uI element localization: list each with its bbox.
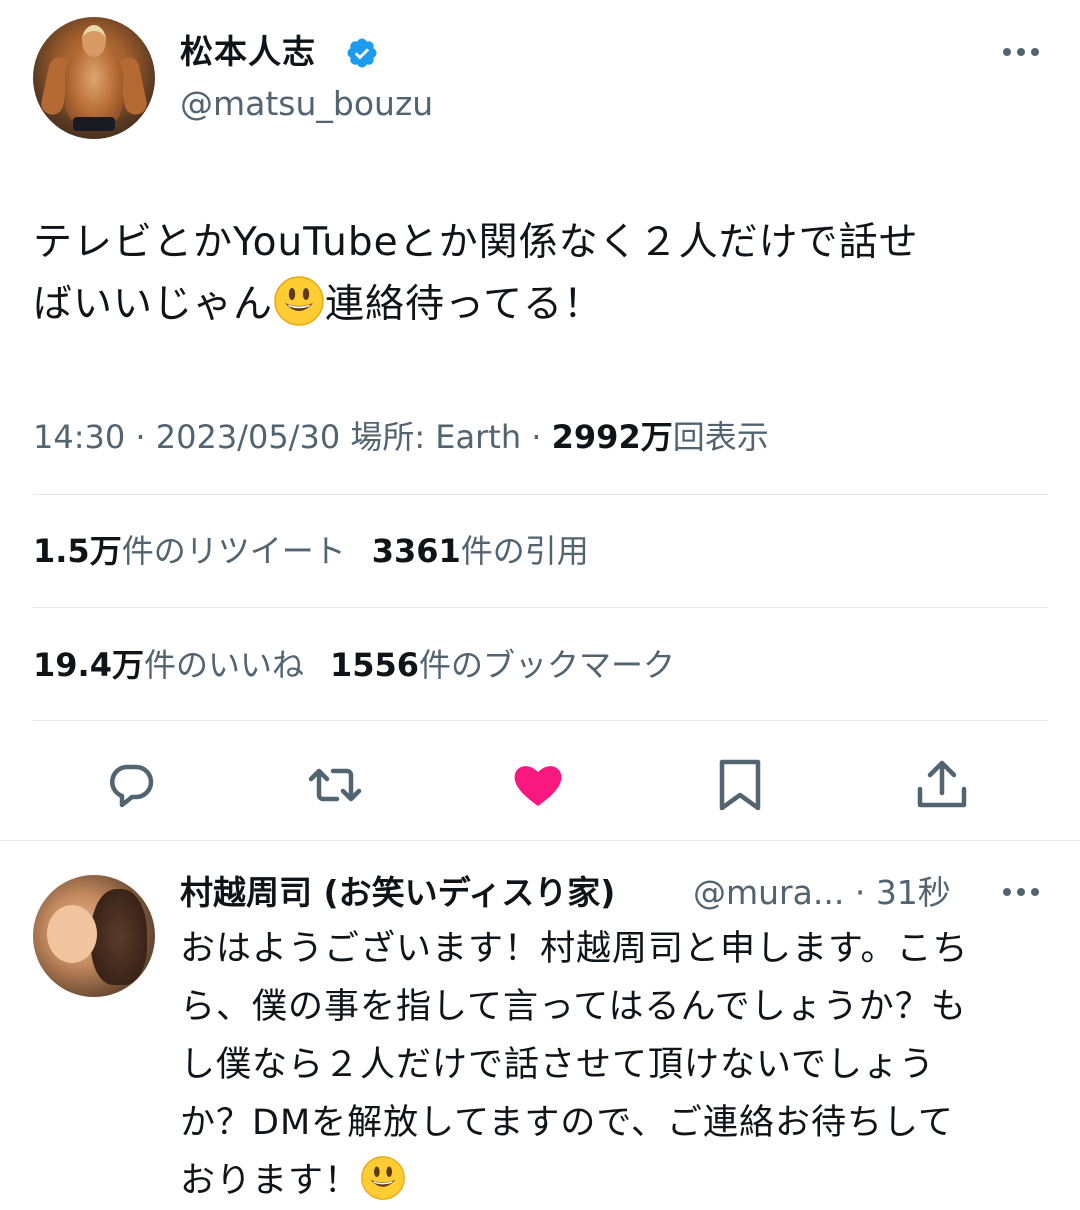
reply-text-line: ら、僕の事を指して言ってはるんでしょうか？も bbox=[180, 987, 967, 1027]
reply-icon bbox=[110, 764, 154, 808]
tweet-text-line: ばいいじゃん bbox=[33, 282, 274, 327]
retweets-count: 1.5万 bbox=[33, 532, 122, 570]
section-divider bbox=[0, 840, 1080, 841]
author-avatar[interactable] bbox=[33, 17, 155, 139]
retweet-quote-stats: 1.5万件のリツイート 3361件の引用 bbox=[33, 527, 589, 575]
verified-badge-icon bbox=[347, 38, 377, 68]
divider bbox=[33, 494, 1048, 495]
share-button[interactable] bbox=[912, 755, 972, 815]
avatar-face bbox=[47, 905, 97, 963]
reply-text-line: おります！ bbox=[180, 1161, 361, 1201]
retweets-stat[interactable]: 1.5万件のリツイート bbox=[33, 532, 346, 570]
views-count: 2992万 bbox=[551, 418, 673, 456]
tweet-text-line: テレビとかYouTubeとか関係なく２人だけで話せ bbox=[33, 220, 919, 265]
tweet-text: テレビとかYouTubeとか関係なく２人だけで話せ ばいいじゃん 連絡待ってる！ bbox=[33, 212, 1043, 336]
tweet-time[interactable]: 14:30 bbox=[33, 418, 125, 456]
smiling-face-emoji-icon bbox=[274, 276, 324, 326]
author-handle[interactable]: @matsu_bouzu bbox=[180, 82, 433, 126]
divider bbox=[33, 607, 1048, 608]
like-button[interactable] bbox=[508, 755, 568, 815]
likes-stat[interactable]: 19.4万件のいいね bbox=[33, 646, 304, 684]
share-icon bbox=[917, 760, 967, 808]
reply-text-line: おはようございます！村越周司と申します。こち bbox=[180, 929, 969, 969]
divider bbox=[33, 720, 1048, 721]
likes-label: 件のいいね bbox=[143, 646, 304, 684]
like-bookmark-stats: 19.4万件のいいね 1556件のブックマーク bbox=[33, 641, 675, 689]
bookmarks-count: 1556 bbox=[329, 646, 420, 684]
quotes-label: 件の引用 bbox=[460, 532, 589, 570]
reply-button[interactable] bbox=[102, 755, 162, 815]
quotes-count: 3361 bbox=[371, 532, 461, 570]
reply-more-options-icon[interactable] bbox=[1000, 880, 1042, 904]
quotes-stat[interactable]: 3361件の引用 bbox=[372, 532, 589, 570]
avatar-dog bbox=[91, 889, 147, 985]
retweets-label: 件のリツイート bbox=[121, 532, 346, 570]
bookmarks-label: 件のブックマーク bbox=[419, 646, 676, 684]
more-options-icon[interactable] bbox=[1000, 40, 1042, 64]
author-display-name[interactable]: 松本人志 bbox=[180, 30, 316, 74]
smiling-face-emoji-icon bbox=[361, 1156, 405, 1200]
tweet-meta: 14:30 · 2023/05/30 場所: Earth · 2992万回表示 bbox=[33, 418, 769, 456]
reply-text-line: し僕なら２人だけで話させて頂けないでしょう bbox=[180, 1045, 935, 1085]
tweet-location[interactable]: 場所: Earth bbox=[350, 418, 521, 456]
reply-handle-time: @mura... · 31秒 bbox=[693, 873, 951, 912]
retweet-button[interactable] bbox=[305, 755, 365, 815]
views-label: 回表示 bbox=[672, 418, 769, 456]
tweet-text-line: 連絡待ってる！ bbox=[325, 282, 604, 327]
likes-count: 19.4万 bbox=[33, 646, 144, 684]
avatar-figure-trunks bbox=[73, 117, 115, 131]
reply-time[interactable]: 31秒 bbox=[876, 873, 951, 912]
avatar-figure-head bbox=[82, 25, 106, 57]
reply-text: おはようございます！村越周司と申します。こち ら、僕の事を指して言ってはるんでし… bbox=[180, 920, 1040, 1210]
like-icon bbox=[514, 766, 562, 806]
retweet-icon bbox=[308, 768, 362, 802]
bookmark-button[interactable] bbox=[710, 755, 770, 815]
reply-handle[interactable]: @mura... bbox=[693, 873, 844, 912]
reply-text-line: か？DMを解放してますので、ご連絡お待ちして bbox=[180, 1103, 954, 1143]
bookmarks-stat[interactable]: 1556件のブックマーク bbox=[330, 646, 675, 684]
avatar-figure-torso bbox=[65, 47, 123, 125]
bookmark-icon bbox=[719, 759, 761, 811]
reply-author-avatar[interactable] bbox=[33, 875, 155, 997]
tweet-date[interactable]: 2023/05/30 bbox=[156, 418, 340, 456]
reply-author-name[interactable]: 村越周司 (お笑いディスり家) bbox=[180, 870, 615, 916]
